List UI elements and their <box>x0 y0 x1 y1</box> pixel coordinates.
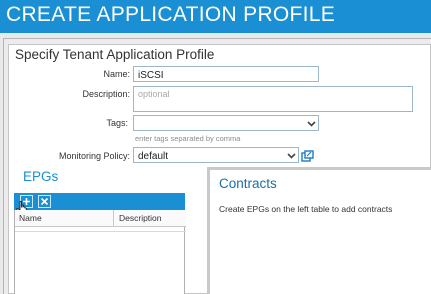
epgs-heading: EPGs <box>23 169 59 184</box>
tags-label: Tags: <box>106 118 128 128</box>
dialog-title: CREATE APPLICATION PROFILE <box>6 3 336 26</box>
contracts-heading: Contracts <box>219 176 277 191</box>
chevron-down-icon <box>307 120 316 127</box>
description-placeholder: optional <box>138 89 170 99</box>
description-input[interactable]: optional <box>133 86 413 112</box>
epgs-table-header: Name Description <box>15 210 186 227</box>
create-monitoring-policy-button[interactable] <box>301 149 314 167</box>
column-header-name[interactable]: Name <box>19 213 42 223</box>
description-label: Description: <box>82 89 130 99</box>
name-input-value: iSCSI <box>138 70 164 81</box>
monitoring-policy-select[interactable]: default <box>133 147 299 163</box>
monitoring-policy-label: Monitoring Policy: <box>58 151 130 161</box>
chevron-down-icon <box>287 152 296 159</box>
table-row-line <box>15 231 186 232</box>
epgs-toolbar <box>14 193 185 210</box>
delete-epg-button[interactable] <box>38 195 51 208</box>
dialog-title-bar: CREATE APPLICATION PROFILE <box>0 0 431 33</box>
name-input[interactable]: iSCSI <box>133 66 319 82</box>
external-link-icon <box>301 150 314 162</box>
form-heading: Specify Tenant Application Profile <box>15 47 215 62</box>
contracts-empty-message: Create EPGs on the left table to add con… <box>219 204 393 214</box>
delete-icon <box>38 195 51 208</box>
column-header-description[interactable]: Description <box>119 213 162 223</box>
column-divider <box>113 210 114 227</box>
monitoring-policy-value: default <box>138 151 169 162</box>
tags-dropdown-button[interactable] <box>305 117 318 130</box>
tags-combobox[interactable] <box>133 115 319 131</box>
tags-hint: enter tags separated by comma <box>135 134 241 143</box>
name-label: Name: <box>103 69 130 79</box>
epgs-table[interactable]: Name Description <box>14 210 186 294</box>
monitoring-policy-dropdown-button[interactable] <box>285 149 298 162</box>
